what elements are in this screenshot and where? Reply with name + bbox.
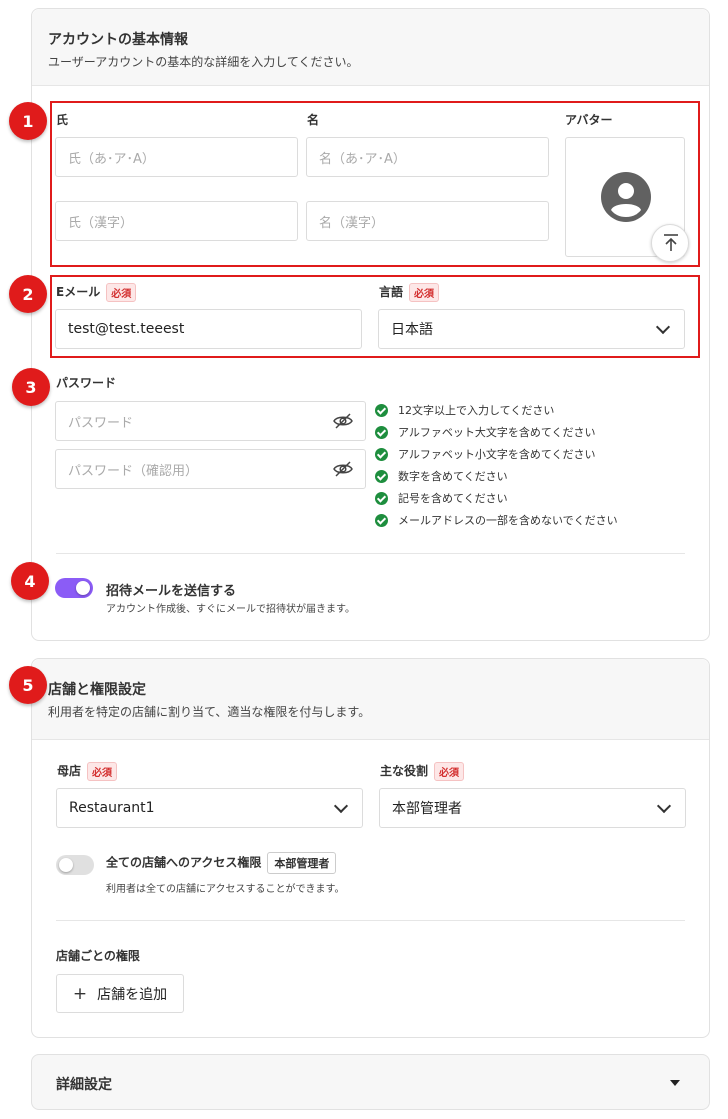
password-rule: 12文字以上で入力してください (375, 399, 695, 421)
check-circle-icon (375, 403, 388, 417)
password-rule-text: アルファベット小文字を含めてください (398, 448, 596, 461)
role-required-badge: 必須 (434, 762, 465, 781)
annotation-box-name (50, 101, 700, 267)
password-rule-text: 記号を含めてください (398, 492, 508, 505)
role-label-text: 主な役割 (380, 764, 429, 778)
annotation-marker-4: 4 (11, 562, 49, 600)
toggle-knob (59, 858, 73, 872)
invite-description: アカウント作成後、すぐにメールで招待状が届きます。 (106, 604, 355, 615)
password-rule: メールアドレスの一部を含めないでください (375, 509, 695, 531)
toggle-knob (76, 581, 90, 595)
basic-info-description: ユーザーアカウントの基本的な詳細を入力してください。 (48, 55, 359, 69)
check-circle-icon (375, 425, 388, 439)
password-rule: アルファベット大文字を含めてください (375, 421, 695, 443)
invite-toggle[interactable] (55, 578, 93, 598)
password-input[interactable]: パスワード (55, 401, 366, 441)
chevron-down-icon (656, 798, 672, 813)
annotation-marker-5: 5 (9, 666, 47, 704)
advanced-settings-card[interactable]: 詳細設定 (31, 1054, 710, 1110)
caret-down-icon (670, 1080, 680, 1086)
check-circle-icon (375, 513, 388, 527)
all-store-access-label-text: 全ての店舗へのアクセス権限 (106, 855, 262, 870)
annotation-box-email (50, 275, 700, 358)
annotation-marker-1: 1 (9, 102, 47, 140)
password-confirm-input[interactable]: パスワード（確認用） (55, 449, 366, 489)
store-permission-title: 店舗と権限設定 (48, 682, 146, 698)
password-confirm-placeholder: パスワード（確認用） (68, 463, 199, 479)
invite-label: 招待メールを送信する (106, 584, 237, 599)
section-divider (56, 553, 685, 554)
all-store-access-toggle[interactable] (56, 855, 94, 875)
parent-store-select-value: Restaurant1 (69, 800, 155, 816)
annotation-marker-3: 3 (12, 368, 50, 406)
all-store-access-description: 利用者は全ての店舗にアクセスすることができます。 (106, 884, 345, 895)
parent-store-required-badge: 必須 (87, 762, 118, 781)
password-placeholder: パスワード (68, 415, 134, 431)
parent-store-label: 母店 必須 (57, 762, 118, 781)
password-rule: 記号を含めてください (375, 487, 695, 509)
check-circle-icon (375, 447, 388, 461)
role-label: 主な役割 必須 (380, 762, 465, 781)
add-store-button[interactable]: + 店舗を追加 (56, 974, 184, 1013)
eye-off-icon[interactable] (333, 461, 353, 477)
annotation-marker-2: 2 (9, 275, 47, 313)
role-select[interactable]: 本部管理者 (379, 788, 686, 828)
plus-icon: + (72, 983, 88, 1004)
password-rule-text: メールアドレスの一部を含めないでください (398, 514, 618, 527)
password-rule-text: 数字を含めてください (398, 470, 508, 483)
per-store-permission-label: 店舗ごとの権限 (56, 949, 140, 963)
password-rules-list: 12文字以上で入力してください アルファベット大文字を含めてください アルファベ… (375, 399, 695, 531)
password-rule-text: 12文字以上で入力してください (398, 404, 555, 417)
store-permission-header: 店舗と権限設定 利用者を特定の店舗に割り当て、適当な権限を付与します。 (32, 659, 709, 740)
parent-store-select[interactable]: Restaurant1 (56, 788, 363, 828)
all-store-access-label: 全ての店舗へのアクセス権限 本部管理者 (106, 852, 337, 874)
store-permission-description: 利用者を特定の店舗に割り当て、適当な権限を付与します。 (48, 705, 371, 719)
hq-admin-tag: 本部管理者 (267, 852, 337, 874)
check-circle-icon (375, 491, 388, 505)
check-circle-icon (375, 469, 388, 483)
basic-info-title: アカウントの基本情報 (48, 32, 188, 48)
role-select-value: 本部管理者 (392, 801, 462, 817)
eye-off-icon[interactable] (333, 413, 353, 429)
parent-store-label-text: 母店 (57, 764, 82, 778)
password-rule: アルファベット小文字を含めてください (375, 443, 695, 465)
section-divider (56, 920, 685, 921)
basic-info-header: アカウントの基本情報 ユーザーアカウントの基本的な詳細を入力してください。 (32, 9, 709, 86)
password-label: パスワード (56, 376, 117, 390)
add-store-button-label: 店舗を追加 (97, 986, 168, 1003)
password-rule-text: アルファベット大文字を含めてください (398, 426, 596, 439)
chevron-down-icon (333, 798, 349, 813)
advanced-settings-title: 詳細設定 (56, 1077, 112, 1093)
password-rule: 数字を含めてください (375, 465, 695, 487)
